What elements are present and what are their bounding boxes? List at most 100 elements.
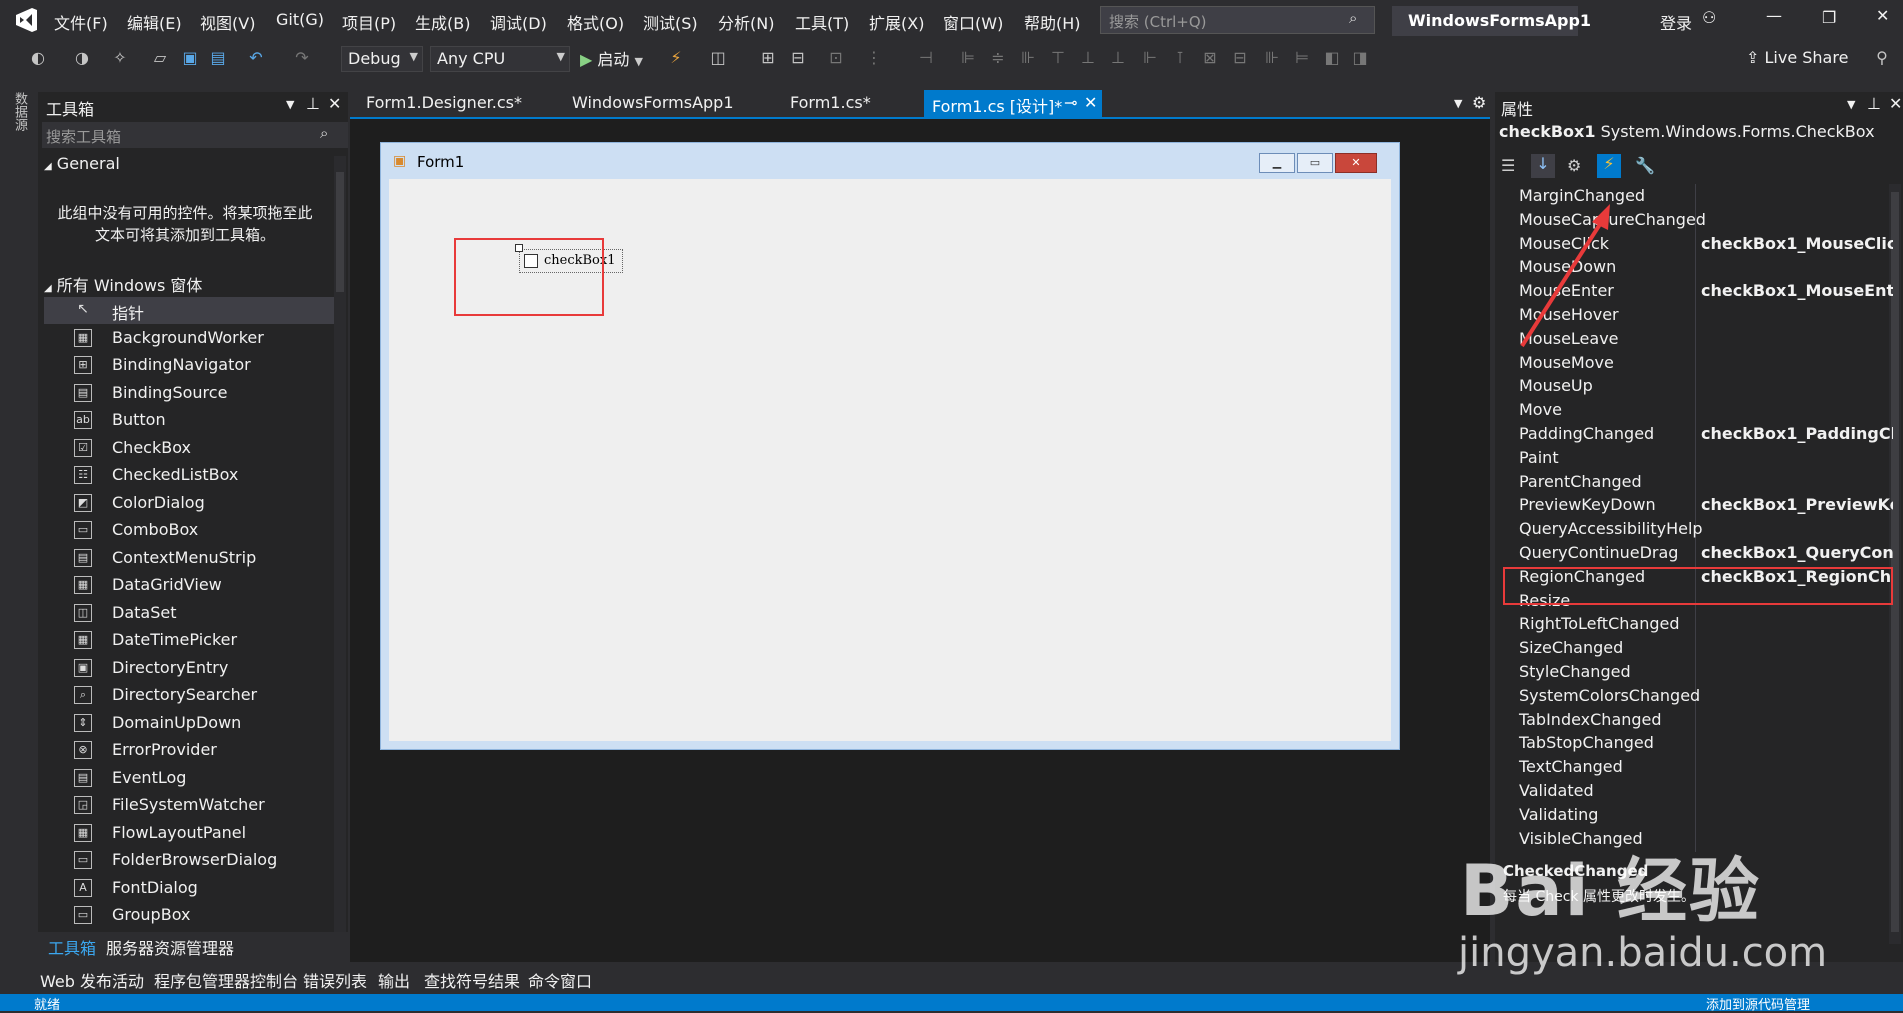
- event-row-stylechanged[interactable]: StyleChanged: [1495, 660, 1895, 684]
- toolbox-item-pointer[interactable]: ↖ 指针: [44, 297, 334, 324]
- pin-icon[interactable]: ⊥: [1867, 94, 1881, 113]
- menu-test[interactable]: 测试(S): [643, 10, 698, 34]
- menu-tools[interactable]: 工具(T): [795, 10, 849, 34]
- layout-icon-1[interactable]: ◫: [708, 48, 728, 68]
- toolbox-item-datagrid[interactable]: ▦ DataGridView: [44, 572, 334, 599]
- tab-toolbox[interactable]: 工具箱: [48, 935, 96, 959]
- toolbox-item-folderdialog[interactable]: ▭ FolderBrowserDialog: [44, 847, 334, 874]
- menu-view[interactable]: 视图(V): [200, 10, 255, 34]
- toolbox-scrollbar-thumb[interactable]: [336, 172, 344, 292]
- save-icon[interactable]: ▣: [180, 48, 200, 68]
- event-row-previewkeydown[interactable]: PreviewKeyDown checkBox1_PreviewKeyDown: [1495, 493, 1895, 517]
- tab-error-list[interactable]: 错误列表: [303, 968, 367, 992]
- event-row-paddingchanged[interactable]: PaddingChanged checkBox1_PaddingChanged: [1495, 422, 1895, 446]
- account-icon[interactable]: ⚇: [1702, 8, 1716, 27]
- designer-surface[interactable]: ▣ Form1 ▁ ▭ ✕ checkBox1: [350, 117, 1490, 993]
- config-dropdown[interactable]: Debug ▼: [341, 46, 423, 72]
- new-project-icon[interactable]: ✧: [110, 48, 130, 68]
- event-row-paint[interactable]: Paint: [1495, 446, 1895, 470]
- tab-command-window[interactable]: 命令窗口: [528, 968, 592, 992]
- menu-analyze[interactable]: 分析(N): [718, 10, 774, 34]
- toolbox-item-dataset[interactable]: ◫ DataSet: [44, 600, 334, 627]
- toolbox-item-colordialog[interactable]: ◩ ColorDialog: [44, 490, 334, 517]
- toolbox-item-bgworker[interactable]: ▦ BackgroundWorker: [44, 325, 334, 352]
- data-sources-strip[interactable]: 数据源: [0, 88, 36, 993]
- event-row-queryaccessibilityhelp[interactable]: QueryAccessibilityHelp: [1495, 517, 1895, 541]
- designed-form[interactable]: ▣ Form1 ▁ ▭ ✕ checkBox1: [380, 142, 1400, 750]
- menu-format[interactable]: 格式(O): [567, 10, 624, 34]
- tab-web-publish[interactable]: Web 发布活动: [40, 968, 144, 992]
- event-handler-value[interactable]: checkBox1_MouseEnter: [1701, 281, 1893, 300]
- align-left-icon[interactable]: ⊫: [958, 48, 978, 68]
- spacing-icon-5[interactable]: ⊪: [1262, 48, 1282, 68]
- event-row-textchanged[interactable]: TextChanged: [1495, 755, 1895, 779]
- categorized-icon[interactable]: ☰: [1501, 156, 1515, 175]
- forward-icon[interactable]: ◑: [72, 48, 92, 68]
- toolbox-item-checkbox[interactable]: ☑ CheckBox: [44, 435, 334, 462]
- menu-edit[interactable]: 编辑(E): [127, 10, 182, 34]
- toolbox-item-direntry[interactable]: ▣ DirectoryEntry: [44, 655, 334, 682]
- source-control-link[interactable]: 添加到源代码管理: [1706, 994, 1810, 1013]
- spacing-icon-1[interactable]: ⊩: [1140, 48, 1160, 68]
- redo-icon[interactable]: ↷: [292, 48, 312, 68]
- panel-menu-icon[interactable]: ▼: [286, 98, 294, 111]
- properties-view-icon[interactable]: ⚙: [1567, 156, 1581, 175]
- spacing-icon-2[interactable]: ⊺: [1170, 48, 1190, 68]
- toolbox-item-fontdialog[interactable]: A FontDialog: [44, 875, 334, 902]
- menu-window[interactable]: 窗口(W): [943, 10, 1003, 34]
- align-center-icon[interactable]: ≑: [988, 48, 1008, 68]
- order-icon-2[interactable]: ◨: [1350, 48, 1370, 68]
- toolbox-item-errorprov[interactable]: ⊗ ErrorProvider: [44, 737, 334, 764]
- event-row-mouseup[interactable]: MouseUp: [1495, 374, 1895, 398]
- menu-git[interactable]: Git(G): [276, 10, 324, 29]
- toolbox-item-groupbox[interactable]: ▭ GroupBox: [44, 902, 334, 929]
- toolbox-item-eventlog[interactable]: ▤ EventLog: [44, 765, 334, 792]
- toolbox-item-bindsrc[interactable]: ▤ BindingSource: [44, 380, 334, 407]
- global-search-input[interactable]: 搜索 (Ctrl+Q) ⌕: [1100, 6, 1375, 34]
- event-handler-value[interactable]: checkBox1_MouseClick: [1701, 234, 1893, 253]
- event-row-righttoleftchanged[interactable]: RightToLeftChanged: [1495, 612, 1895, 636]
- hot-reload-icon[interactable]: ⚡: [666, 48, 686, 68]
- close-icon[interactable]: ✕: [1876, 6, 1889, 25]
- live-share-button[interactable]: ⇪ Live Share: [1746, 48, 1848, 67]
- undo-icon[interactable]: ↶: [246, 48, 266, 68]
- spacing-icon-6[interactable]: ⊨: [1292, 48, 1312, 68]
- tab-close-icon[interactable]: ✕: [1084, 93, 1097, 112]
- event-row-systemcolorschanged[interactable]: SystemColorsChanged: [1495, 684, 1895, 708]
- event-row-parentchanged[interactable]: ParentChanged: [1495, 470, 1895, 494]
- vs-logo-icon[interactable]: [12, 6, 40, 34]
- pin-icon[interactable]: ⊸: [1064, 93, 1077, 112]
- property-pages-icon[interactable]: 🔧: [1635, 156, 1655, 175]
- menu-project[interactable]: 项目(P): [342, 10, 396, 34]
- feedback-icon[interactable]: ⚲: [1872, 48, 1892, 68]
- alphabetical-icon[interactable]: ↓: [1531, 154, 1555, 178]
- tab-package-manager[interactable]: 程序包管理器控制台: [154, 968, 298, 992]
- back-icon[interactable]: ◐: [28, 48, 48, 68]
- tab-form1-cs[interactable]: Form1.cs*: [782, 90, 879, 117]
- event-handler-value[interactable]: checkBox1_QueryContinueDrag: [1701, 543, 1893, 562]
- event-row-tabstopchanged[interactable]: TabStopChanged: [1495, 731, 1895, 755]
- group-windows-header[interactable]: ◢ 所有 Windows 窗体: [44, 272, 202, 296]
- spacing-icon-3[interactable]: ⊠: [1200, 48, 1220, 68]
- save-all-icon[interactable]: ▤: [208, 48, 228, 68]
- toolbox-item-combobox[interactable]: ▭ ComboBox: [44, 517, 334, 544]
- group-general-header[interactable]: ◢ General: [44, 154, 120, 173]
- toolbox-item-contextmenu[interactable]: ▤ ContextMenuStrip: [44, 545, 334, 572]
- tab-form1-designer-cs[interactable]: Form1.Designer.cs*: [358, 90, 530, 117]
- toolbox-item-flowlayout[interactable]: ▦ FlowLayoutPanel: [44, 820, 334, 847]
- start-button[interactable]: ▶ 启动 ▼: [580, 46, 643, 72]
- toolbox-item-checkedlist[interactable]: ☷ CheckedListBox: [44, 462, 334, 489]
- panel-menu-icon[interactable]: ▼: [1847, 98, 1855, 111]
- toolbox-item-fswatcher[interactable]: ◲ FileSystemWatcher: [44, 792, 334, 819]
- event-row-validated[interactable]: Validated: [1495, 779, 1895, 803]
- order-icon-1[interactable]: ◧: [1322, 48, 1342, 68]
- align-right-icon[interactable]: ⊪: [1018, 48, 1038, 68]
- spacing-icon-4[interactable]: ⊟: [1230, 48, 1250, 68]
- toolbox-item-datetime[interactable]: ▦ DateTimePicker: [44, 627, 334, 654]
- toolbox-item-domainupdown[interactable]: ⇕ DomainUpDown: [44, 710, 334, 737]
- event-handler-value[interactable]: checkBox1_PreviewKeyDown: [1701, 495, 1893, 514]
- menu-debug[interactable]: 调试(D): [490, 10, 547, 34]
- maximize-icon[interactable]: ❐: [1822, 8, 1836, 27]
- toolbox-item-button[interactable]: ab Button: [44, 407, 334, 434]
- platform-dropdown[interactable]: Any CPU ▼: [430, 46, 570, 72]
